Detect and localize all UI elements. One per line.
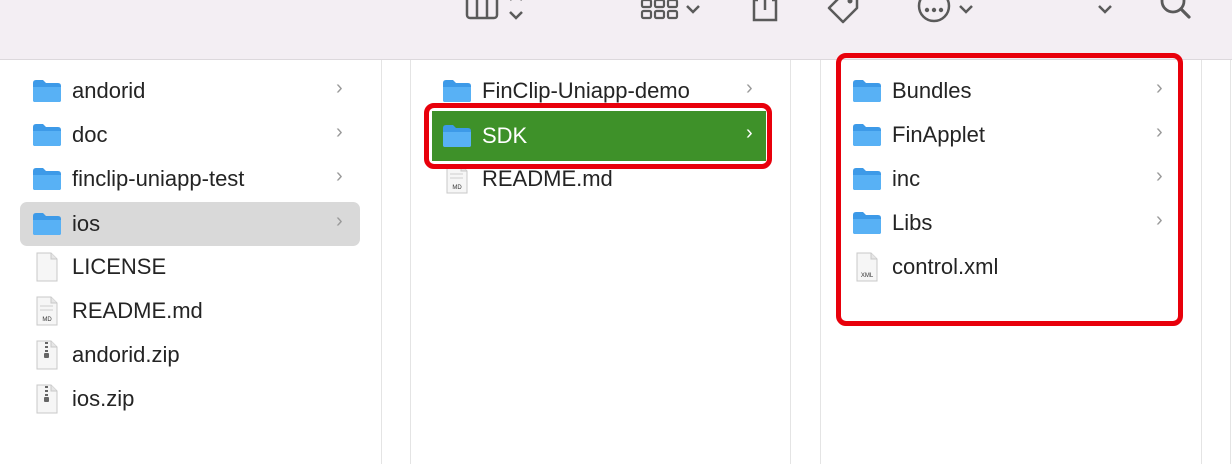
- list-item-label: Libs: [892, 210, 933, 235]
- svg-text:MD: MD: [42, 317, 52, 323]
- search-button[interactable]: [1150, 0, 1200, 26]
- chevron-down-icon: [685, 0, 701, 24]
- column-divider[interactable]: [790, 60, 791, 464]
- chevron-right-icon: ›: [1156, 77, 1163, 99]
- more-actions-button[interactable]: [905, 0, 985, 26]
- list-item-label: SDK: [482, 123, 528, 148]
- tag-icon: [823, 0, 867, 24]
- chevron-down-icon: [958, 0, 974, 24]
- list-item-andorid[interactable]: andorid ›: [20, 75, 360, 107]
- svg-text:MD: MD: [452, 185, 462, 191]
- column-view-button[interactable]: [455, 0, 535, 26]
- chevron-right-icon: ›: [1156, 209, 1163, 231]
- folder-icon: [442, 123, 472, 149]
- list-item-license[interactable]: LICENSE: [20, 251, 360, 283]
- list-item-label: README.md: [72, 298, 203, 323]
- list-item-label: inc: [892, 166, 921, 191]
- folder-icon: [32, 78, 62, 104]
- finder-toolbar: [0, 0, 1232, 60]
- chevron-right-icon: ›: [336, 77, 343, 99]
- markdown-file-icon: MD: [442, 164, 472, 194]
- column-divider[interactable]: [1201, 60, 1202, 464]
- list-item-finclip-uniapp-test[interactable]: finclip-uniapp-test ›: [20, 163, 360, 195]
- markdown-file-icon: MD: [32, 296, 62, 326]
- folder-icon: [852, 210, 882, 236]
- chevron-down-icon: [1097, 0, 1113, 24]
- column-view-icon: [464, 0, 500, 24]
- list-item-label: control.xml: [892, 254, 999, 279]
- list-item-label: ios.zip: [72, 386, 135, 411]
- chevron-right-icon: ›: [746, 77, 753, 99]
- zip-file-icon: [32, 384, 62, 414]
- list-item-sdk[interactable]: SDK ›: [432, 111, 766, 161]
- folder-icon: [32, 211, 62, 237]
- folder-icon: [852, 166, 882, 192]
- chevron-right-icon: ›: [1156, 165, 1163, 187]
- xml-file-icon: XML: [852, 252, 882, 282]
- folder-icon: [32, 122, 62, 148]
- list-item-readme[interactable]: MD README.md: [20, 295, 360, 327]
- list-item-bundles[interactable]: Bundles ›: [840, 75, 1180, 107]
- column-divider[interactable]: [1230, 60, 1231, 464]
- grid-view-button[interactable]: [630, 0, 710, 26]
- list-item-label: ios: [72, 211, 101, 236]
- tag-button[interactable]: [820, 0, 870, 26]
- list-item-label: andorid: [72, 78, 146, 103]
- chevron-right-icon: ›: [336, 165, 343, 187]
- chevron-right-icon: ›: [746, 122, 753, 144]
- list-item-label: doc: [72, 122, 108, 147]
- list-item-label: FinApplet: [892, 122, 985, 147]
- list-item-ios[interactable]: ios ›: [20, 202, 360, 246]
- folder-icon: [852, 78, 882, 104]
- overflow-chevron-button[interactable]: [1090, 0, 1120, 26]
- column-divider[interactable]: [381, 60, 382, 464]
- list-item-doc[interactable]: doc ›: [20, 119, 360, 151]
- folder-icon: [32, 166, 62, 192]
- list-item-finclip-uniapp-demo[interactable]: FinClip-Uniapp-demo ›: [430, 75, 770, 107]
- list-item-label: finclip-uniapp-test: [72, 166, 245, 191]
- list-item-label: FinClip-Uniapp-demo: [482, 78, 690, 103]
- list-item-readme[interactable]: MD README.md: [430, 163, 770, 195]
- list-item-libs[interactable]: Libs ›: [840, 207, 1180, 239]
- list-item-label: LICENSE: [72, 254, 167, 279]
- share-icon: [750, 0, 780, 24]
- chevron-right-icon: ›: [336, 210, 343, 232]
- chevron-right-icon: ›: [1156, 121, 1163, 143]
- list-item-label: andorid.zip: [72, 342, 180, 367]
- share-button[interactable]: [745, 0, 785, 26]
- list-item-finapplet[interactable]: FinApplet ›: [840, 119, 1180, 151]
- list-item-ios-zip[interactable]: ios.zip: [20, 383, 360, 415]
- zip-file-icon: [32, 340, 62, 370]
- list-item-control-xml[interactable]: XML control.xml: [840, 251, 1180, 283]
- list-item-label: Bundles: [892, 78, 972, 103]
- list-item-label: README.md: [482, 166, 613, 191]
- grid-view-icon: [639, 0, 679, 24]
- list-item-andorid-zip[interactable]: andorid.zip: [20, 339, 360, 371]
- chevron-updown-icon: [506, 0, 526, 24]
- more-icon: [916, 0, 952, 24]
- list-item-inc[interactable]: inc ›: [840, 163, 1180, 195]
- svg-text:XML: XML: [861, 273, 874, 279]
- folder-icon: [852, 122, 882, 148]
- search-icon: [1155, 0, 1195, 24]
- folder-icon: [442, 78, 472, 104]
- document-icon: [32, 252, 62, 282]
- chevron-right-icon: ›: [336, 121, 343, 143]
